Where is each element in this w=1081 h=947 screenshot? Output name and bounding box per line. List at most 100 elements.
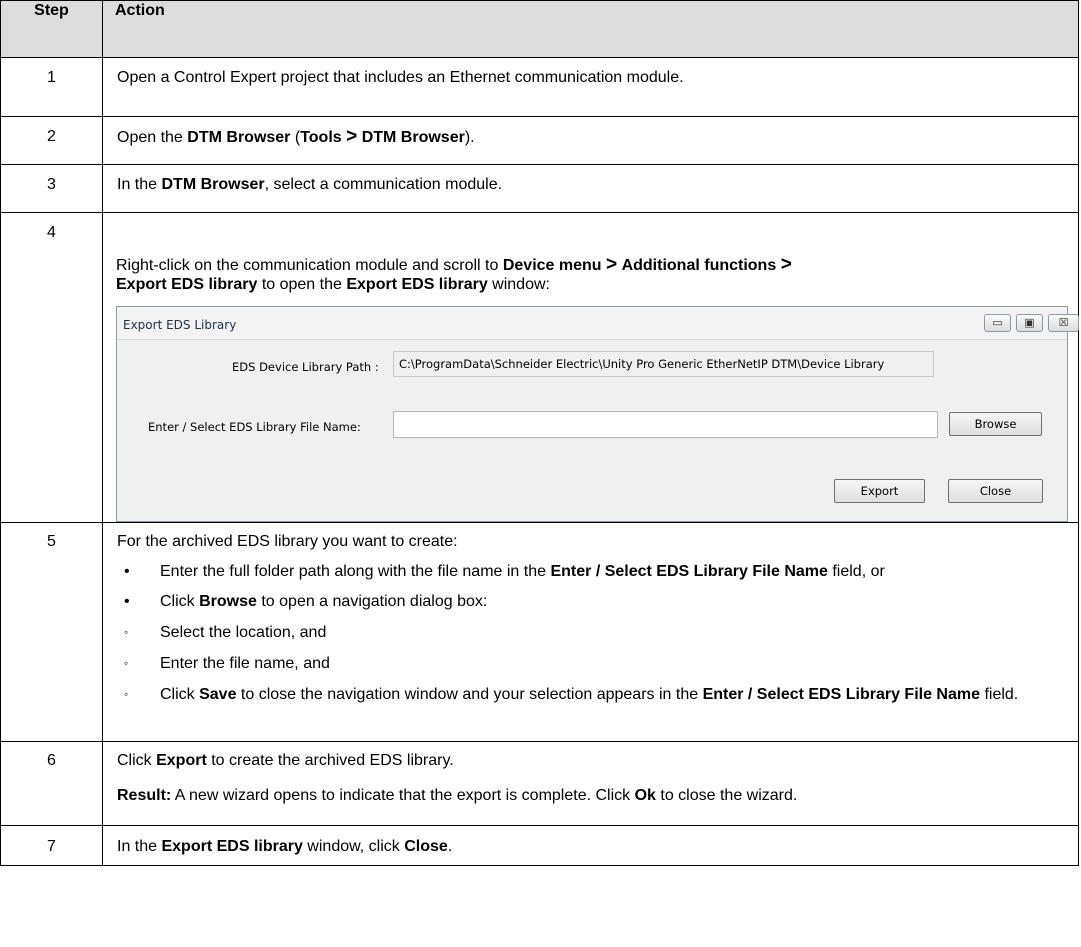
ui-term: Tools [300, 129, 342, 146]
step-action: For the archived EDS library you want to… [102, 522, 1079, 742]
menu-separator: > [346, 126, 358, 147]
action-text: Select the location, and [160, 624, 327, 641]
table-row: 1 Open a Control Expert project that inc… [0, 57, 1079, 117]
action-text: to close the wizard. [655, 787, 798, 804]
step-action: Open the DTM Browser (Tools > DTM Browse… [102, 116, 1079, 165]
step-number: 3 [0, 164, 103, 213]
step-number: 4 [0, 212, 103, 523]
table-row: 6 Click Export to create the archived ED… [0, 741, 1079, 826]
sub-bullet-item: ◦ Enter the file name, and [117, 654, 1064, 673]
step-number: 5 [0, 522, 103, 742]
close-button[interactable]: Close [948, 479, 1043, 503]
export-eds-dialog: Export EDS Library ▭ ▣ ☒ EDS Device Libr… [116, 306, 1079, 522]
action-text: Open a Control Expert project that inclu… [117, 69, 684, 86]
action-paragraph: Click Export to create the archived EDS … [117, 751, 1064, 770]
file-name-input[interactable] [393, 411, 938, 438]
step-number: 6 [0, 741, 103, 826]
step-action: In the Export EDS library window, click … [102, 825, 1079, 866]
table-row: 4 Right-click on the communication modul… [0, 212, 1079, 523]
dialog-title: Export EDS Library [123, 318, 237, 332]
action-text: Enter the file name, and [160, 655, 330, 672]
close-window-button[interactable]: ☒ [1048, 314, 1079, 332]
step-number: 1 [0, 57, 103, 117]
action-text: Click [160, 593, 200, 610]
ui-term: DTM Browser [161, 176, 265, 193]
ui-term: Export [156, 752, 207, 769]
action-text: ( [290, 129, 301, 146]
ui-term: Save [199, 686, 237, 703]
action-text: field. [980, 686, 1019, 703]
menu-separator: > [606, 254, 618, 275]
steps-table: Step Action 1 Open a Control Expert proj… [0, 0, 1079, 866]
ui-term: DTM Browser [187, 129, 291, 146]
action-text: Right-click on the communication module … [116, 257, 503, 274]
action-text: window: [487, 276, 550, 293]
step-number: 7 [0, 825, 103, 866]
action-paragraph: Right-click on the communication module … [116, 255, 1070, 294]
action-text: ). [464, 129, 475, 146]
action-text: Open the [117, 129, 188, 146]
library-path-field: C:\ProgramData\Schneider Electric\Unity … [393, 351, 934, 377]
ui-term: Ok [634, 787, 656, 804]
ui-term: Browse [199, 593, 257, 610]
menu-separator: > [780, 254, 792, 275]
bullet-glyph: • [124, 563, 130, 580]
table-row: 3 In the DTM Browser, select a communica… [0, 164, 1079, 213]
step-action: Open a Control Expert project that inclu… [102, 57, 1079, 117]
dialog-titlebar[interactable]: Export EDS Library ▭ ▣ ☒ [117, 307, 1079, 340]
sub-bullet-glyph: ◦ [124, 625, 129, 639]
action-text: to create the archived EDS library. [206, 752, 454, 769]
bullet-glyph: • [124, 593, 130, 610]
step-action: Right-click on the communication module … [102, 212, 1079, 523]
step-number: 2 [0, 116, 103, 165]
header-action: Action [102, 0, 1079, 58]
header-row: Step Action [0, 0, 1079, 58]
table-row: 7 In the Export EDS library window, clic… [0, 825, 1079, 866]
action-text: Click [160, 686, 200, 703]
ui-term: Export EDS library [346, 276, 488, 293]
ui-term: Enter / Select EDS Library File Name [702, 686, 980, 703]
ui-term: Additional functions [621, 257, 777, 274]
ui-term: Export EDS library [161, 838, 303, 855]
action-text: to close the navigation window and your … [236, 686, 703, 703]
minimize-icon: ▭ [992, 317, 1003, 329]
action-text: to open a navigation dialog box: [256, 593, 488, 610]
sub-bullet-item: ◦ Select the location, and [117, 623, 1064, 642]
action-text: to open the [257, 276, 347, 293]
sub-bullet-item: ◦ Click Save to close the navigation wind… [117, 685, 1064, 704]
library-path-label: EDS Device Library Path : [232, 360, 379, 374]
file-name-label: Enter / Select EDS Library File Name: [148, 420, 361, 434]
step-action: Click Export to create the archived EDS … [102, 741, 1079, 826]
browse-button[interactable]: Browse [949, 412, 1042, 436]
ui-term: Device menu [502, 257, 602, 274]
sub-bullet-glyph: ◦ [124, 687, 129, 701]
export-button[interactable]: Export [834, 479, 925, 503]
table-row: 2 Open the DTM Browser (Tools > DTM Brow… [0, 116, 1079, 165]
bullet-item: • Click Browse to open a navigation dialo… [117, 592, 1064, 611]
minimize-button[interactable]: ▭ [984, 314, 1011, 332]
action-text: In the [117, 838, 162, 855]
ui-term: Enter / Select EDS Library File Name [550, 563, 828, 580]
sub-bullet-glyph: ◦ [124, 656, 129, 670]
action-text: A new wizard opens to indicate that the … [171, 787, 635, 804]
action-intro: For the archived EDS library you want to… [117, 533, 458, 550]
ui-term: Export EDS library [116, 276, 258, 293]
maximize-button[interactable]: ▣ [1016, 314, 1043, 332]
action-text: . [447, 838, 453, 855]
result-paragraph: Result: A new wizard opens to indicate t… [117, 786, 1064, 805]
table-row: 5 For the archived EDS library you want … [0, 522, 1079, 742]
header-step: Step [0, 0, 103, 58]
action-text: Enter the full folder path along with th… [160, 563, 551, 580]
bullet-item: • Enter the full folder path along with t… [117, 562, 1064, 581]
action-text: In the [117, 176, 162, 193]
ui-term: DTM Browser [361, 129, 465, 146]
maximize-icon: ▣ [1024, 317, 1035, 329]
action-text: field, or [827, 563, 885, 580]
result-label: Result: [117, 787, 172, 804]
action-text: Click [117, 752, 157, 769]
action-text: window, click [302, 838, 405, 855]
step-action: In the DTM Browser, select a communicati… [102, 164, 1079, 213]
ui-term: Close [404, 838, 448, 855]
close-icon: ☒ [1058, 317, 1069, 329]
action-text: , select a communication module. [264, 176, 503, 193]
